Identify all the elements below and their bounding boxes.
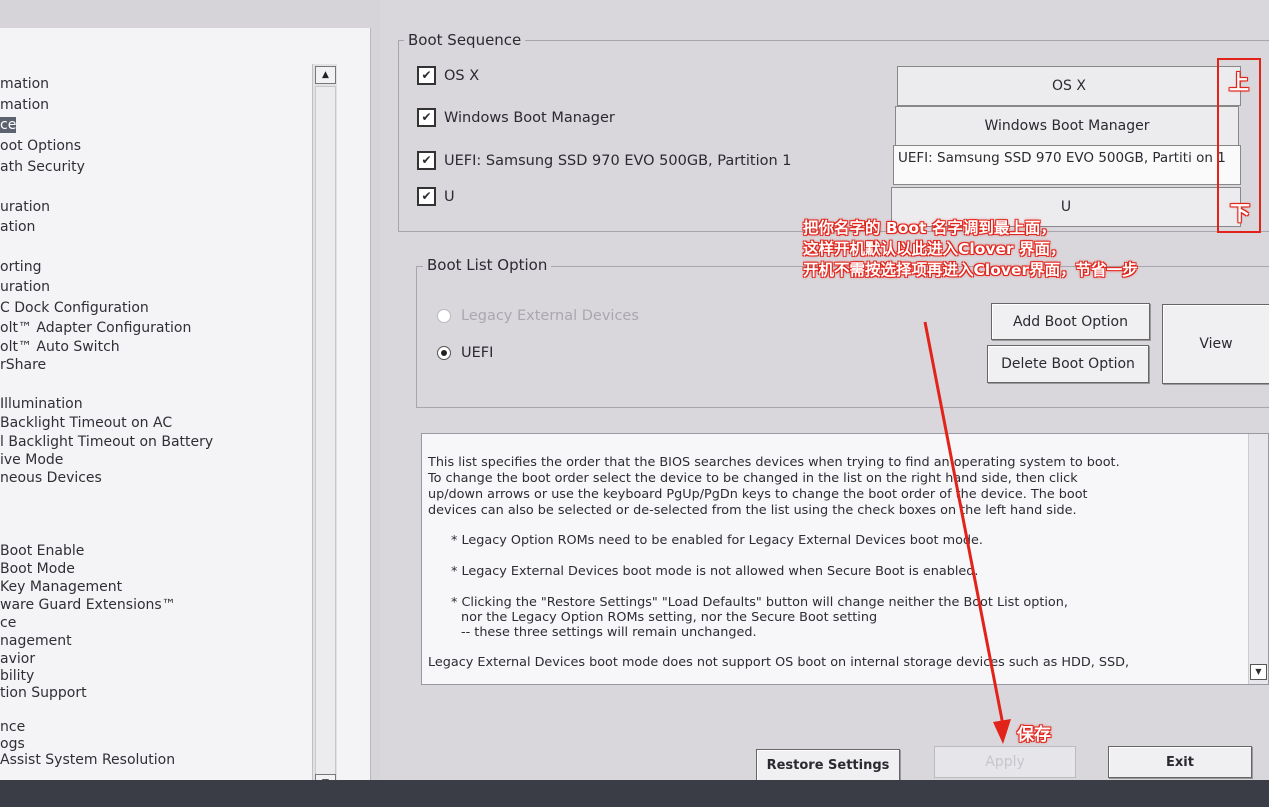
annotation-save-label: 保存 [1017,725,1051,745]
annotation-arrow-icon [923,321,1011,744]
screen-bezel [0,780,1269,807]
